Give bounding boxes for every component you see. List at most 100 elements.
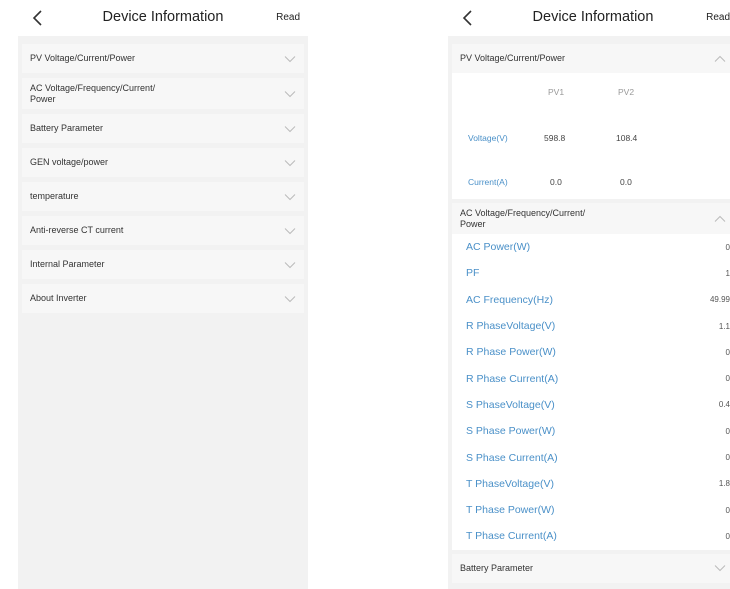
page-title: Device Information — [102, 9, 224, 25]
read-button[interactable]: Read — [276, 12, 300, 23]
param-value: 0 — [725, 347, 730, 357]
section-header[interactable]: GEN voltage/power — [22, 148, 304, 177]
section-about[interactable]: About Inverter — [22, 284, 304, 313]
param-label: AC Power(W) — [466, 241, 531, 254]
param-value: 0.4 — [718, 400, 730, 410]
list-item: S PhaseVoltage(V) 0.4 — [452, 392, 730, 418]
chevron-down-icon — [284, 227, 296, 234]
section-title: AC Voltage/Frequency/Current/ Power — [30, 82, 156, 104]
section-header[interactable]: Battery Parameter — [22, 114, 304, 143]
section-ac-expanded[interactable]: AC Voltage/Frequency/Current/ Power AC P… — [452, 203, 730, 550]
param-label: T Phase Current(A) — [466, 530, 557, 543]
param-value: 0 — [725, 242, 730, 252]
section-header[interactable]: About Inverter — [22, 284, 304, 313]
list-item: R PhaseVoltage(V) 1.1 — [452, 313, 730, 339]
list-item: T PhaseVoltage(V) 1.8 — [452, 471, 730, 497]
section-temperature[interactable]: temperature — [22, 182, 304, 211]
param-label: S PhaseVoltage(V) — [466, 398, 555, 411]
section-title: temperature — [30, 191, 79, 202]
section-title: PV Voltage/Current/Power — [30, 53, 136, 64]
param-value: 1.8 — [718, 479, 730, 489]
section-list: PV Voltage/Current/Power PV1 PV2 Voltage… — [448, 36, 730, 583]
section-header[interactable]: Battery Parameter — [452, 554, 730, 583]
section-title: Battery Parameter — [460, 562, 534, 573]
param-label: S Phase Current(A) — [466, 451, 558, 464]
section-title: AC Voltage/Frequency/Current/ Power — [460, 207, 586, 229]
chevron-up-icon — [714, 215, 726, 222]
section-header[interactable]: Internal Parameter — [22, 250, 304, 279]
list-item: T Phase Current(A) 0 — [452, 523, 730, 549]
chevron-down-icon — [284, 90, 296, 97]
param-value: 0 — [725, 426, 730, 436]
current-pv2-value: 0.0 — [620, 177, 632, 187]
section-header[interactable]: AC Voltage/Frequency/Current/ Power — [22, 78, 304, 109]
section-pv-expanded[interactable]: PV Voltage/Current/Power PV1 PV2 Voltage… — [452, 44, 730, 199]
param-label: R PhaseVoltage(V) — [466, 320, 556, 333]
section-battery[interactable]: Battery Parameter — [452, 553, 730, 583]
voltage-pv2-value: 108.4 — [616, 133, 638, 143]
pv1-header: PV1 — [548, 87, 565, 97]
voltage-label: Voltage(V) — [468, 133, 508, 143]
param-value: 0 — [725, 453, 730, 463]
param-label: AC Frequency(Hz) — [466, 293, 553, 306]
chevron-down-icon — [284, 159, 296, 166]
param-label: S Phase Power(W) — [466, 425, 556, 438]
section-title: Internal Parameter — [30, 259, 105, 270]
list-item: T Phase Power(W) 0 — [452, 497, 730, 523]
section-header[interactable]: PV Voltage/Current/Power — [452, 44, 730, 73]
chevron-down-icon — [714, 565, 726, 572]
section-list: PV Voltage/Current/Power AC Voltage/Freq… — [18, 36, 308, 313]
chevron-down-icon — [284, 193, 296, 200]
header-bar: Device Information Read — [448, 0, 730, 36]
param-value: 1 — [725, 268, 730, 278]
pv2-header: PV2 — [618, 87, 635, 97]
pv-table: PV1 PV2 Voltage(V) 598.8 108.4 Current(A… — [452, 73, 730, 199]
list-item: R Phase Current(A) 0 — [452, 365, 730, 391]
section-header[interactable]: PV Voltage/Current/Power — [22, 44, 304, 73]
current-pv1-value: 0.0 — [550, 177, 562, 187]
section-battery[interactable]: Battery Parameter — [22, 114, 304, 143]
section-title: Anti-reverse CT current — [30, 225, 124, 236]
right-phone-screen: Device Information Read PV Voltage/Curre… — [448, 0, 730, 589]
ac-parameter-list: AC Power(W) 0 PF 1 AC Frequency(Hz) 49.99 R… — [452, 234, 730, 550]
param-value: 0 — [725, 531, 730, 541]
chevron-down-icon — [284, 125, 296, 132]
param-value: 0 — [725, 374, 730, 384]
page-title: Device Information — [532, 9, 654, 25]
header-bar: Device Information Read — [18, 0, 308, 36]
param-value: 1.1 — [718, 321, 730, 331]
list-item: R Phase Power(W) 0 — [452, 339, 730, 365]
section-gen[interactable]: GEN voltage/power — [22, 148, 304, 177]
section-title: GEN voltage/power — [30, 157, 109, 168]
section-pv[interactable]: PV Voltage/Current/Power — [22, 44, 304, 73]
list-item: S Phase Power(W) 0 — [452, 418, 730, 444]
param-value: 0 — [725, 505, 730, 515]
section-internal[interactable]: Internal Parameter — [22, 250, 304, 279]
chevron-down-icon — [284, 261, 296, 268]
list-item: AC Frequency(Hz) 49.99 — [452, 287, 730, 313]
chevron-down-icon — [284, 295, 296, 302]
section-header[interactable]: Anti-reverse CT current — [22, 216, 304, 245]
chevron-up-icon — [714, 55, 726, 62]
section-ac[interactable]: AC Voltage/Frequency/Current/ Power — [22, 78, 304, 109]
list-item: AC Power(W) 0 — [452, 234, 730, 260]
param-label: T Phase Power(W) — [466, 504, 555, 517]
section-title: PV Voltage/Current/Power — [460, 53, 566, 64]
read-button[interactable]: Read — [706, 12, 730, 23]
section-header[interactable]: temperature — [22, 182, 304, 211]
section-title: Battery Parameter — [30, 123, 104, 134]
voltage-pv1-value: 598.8 — [544, 133, 566, 143]
param-label: PF — [466, 267, 480, 280]
section-title: About Inverter — [30, 293, 87, 304]
section-ct-current[interactable]: Anti-reverse CT current — [22, 216, 304, 245]
param-label: R Phase Power(W) — [466, 346, 556, 359]
section-header[interactable]: AC Voltage/Frequency/Current/ Power — [452, 203, 730, 234]
chevron-down-icon — [284, 55, 296, 62]
list-item: S Phase Current(A) 0 — [452, 444, 730, 470]
param-label: T PhaseVoltage(V) — [466, 477, 554, 490]
current-label: Current(A) — [468, 177, 508, 187]
param-label: R Phase Current(A) — [466, 372, 559, 385]
list-item: PF 1 — [452, 260, 730, 286]
left-phone-screen: Device Information Read PV Voltage/Curre… — [18, 0, 308, 589]
param-value: 49.99 — [709, 295, 730, 305]
